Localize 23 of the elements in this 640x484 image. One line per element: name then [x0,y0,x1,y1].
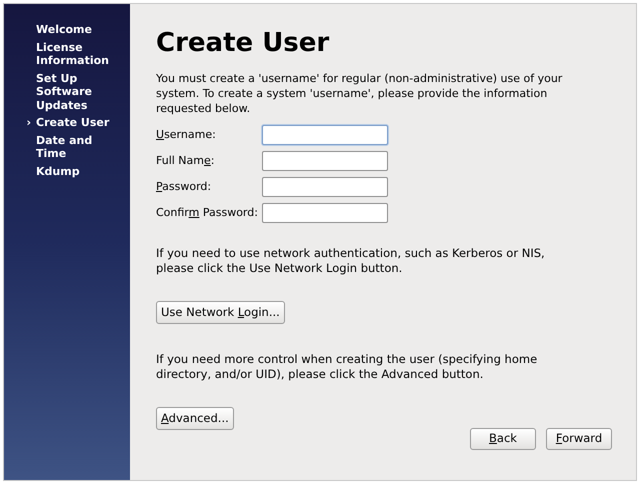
sidebar-step: Date and Time [36,134,122,160]
text-field[interactable] [262,151,388,171]
intro-text: You must create a 'username' for regular (non-administrative) use of your system. To create a system 'username', please provide the information requested below. [156,71,564,116]
page-title: Create User [156,27,330,60]
text-field[interactable] [262,125,388,145]
field-label: Full Name: [156,152,216,169]
advanced-note: If you need more control when creating the user (specifying home directory, and/or UID), please click the Advanced button. [156,352,538,382]
sidebar-step: Welcome [36,23,122,36]
field-label: Confirm Password: [156,204,259,221]
network-note: If you need to use network authentication, such as Kerberos or NIS, please click the Use Network Login button. [156,246,546,276]
current-step-marker: › [25,116,32,130]
sidebar-step: Kdump [36,164,122,178]
sidebar-step: Set Up Software Updates [36,72,122,112]
sidebar-step: Create User [36,116,122,130]
sidebar-step: License Information [36,40,122,68]
advanced-button[interactable]: Advanced... [156,407,234,430]
text-field[interactable] [262,177,388,197]
network-login-button[interactable]: Use Network Login... [156,301,285,324]
field-label: Password: [156,178,212,195]
text-field[interactable] [262,203,388,223]
back-button[interactable]: Back [470,428,536,450]
field-label: Username: [156,126,217,143]
forward-button[interactable]: Forward [546,428,612,450]
